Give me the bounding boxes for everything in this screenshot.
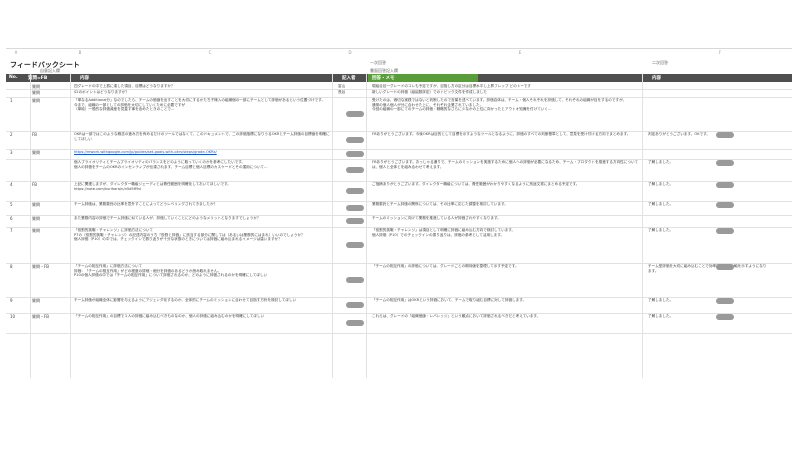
row-number[interactable]: 5 xyxy=(10,202,30,207)
row-number[interactable]: 3 xyxy=(10,150,30,155)
row-answer[interactable]: ご指摘ありがとうございます。ダイレクター職級については、責任範囲がわかりやすくな… xyxy=(372,182,642,200)
row-kind[interactable]: 質問・FB xyxy=(32,314,74,320)
row-answer[interactable]: 「チームの相互作用」の評価については、グレードごとの期待値を整理して示す予定です… xyxy=(372,264,642,296)
row-content[interactable]: 四グレードの中で上振に達した項目、目標はどうなりますか？ xyxy=(74,84,332,88)
row-answer[interactable]: FBありがとうございます。おっしゃる通りで、チームのミッションを実施するために個… xyxy=(372,160,642,180)
row-answer[interactable]: 新しいグレードの評価（組組数評定）でのトピック文件を作成しました xyxy=(372,90,642,96)
redacted-name-chip xyxy=(346,205,364,211)
redacted-name-chip xyxy=(346,242,364,248)
row-number[interactable]: 9 xyxy=(10,298,30,303)
table-row[interactable]: 5 質問 チーム評価は、業務委託の比率を意外すことによってどうレベリングされてきまし… xyxy=(6,201,792,216)
row-right-content[interactable] xyxy=(648,150,768,158)
row-content[interactable]: OKRは一部ではこのような概念の進み方を有めるだけのツールではなくて、このドキュ… xyxy=(74,132,332,148)
row-content[interactable]: また業務内容の評価でチーム評価に似ている人が、評価していくことにどのようなメリッ… xyxy=(74,216,332,226)
row-kind[interactable]: 質問 xyxy=(32,150,74,156)
row-content[interactable]: 「チームの相互作用」に評価方法について 評価：「チームの相互作用」がどの程度の詳… xyxy=(74,264,332,296)
header-content: 内容 xyxy=(80,76,89,81)
row-content[interactable]: チーム評価は、業務委託の比率を意外すことによってどうレベリングされてきましたか？ xyxy=(74,202,332,214)
redacted-name-chip xyxy=(346,320,364,326)
row-content[interactable]: 「チームの相互作用」の目標で１人の評価に組み込むべきものなのか、個人の評価に組み… xyxy=(74,314,332,332)
row-content[interactable]: 個人プライオリティとチームプライオリティのバランスをどのように取っていくのかを参… xyxy=(74,160,332,180)
row-answer[interactable]: チームのミッションに向けて業務を推進している人が評価されやすくなります。 xyxy=(372,216,642,226)
row-kind[interactable]: FB xyxy=(32,182,74,187)
header-answer: 回答・メモ xyxy=(372,76,395,81)
row-answer[interactable]: 現組合目一グレードのコレも予定ですが、目指し方の区分は目標水平し上昇フレップ ど… xyxy=(372,84,642,88)
redacted-name-chip xyxy=(346,151,364,157)
row-kind[interactable]: 質問 xyxy=(32,228,74,234)
row-answer[interactable]: 業務委託とチーム評価の関係については、その比率に応じた調整を検討しています。 xyxy=(372,202,642,214)
table-row[interactable]: 1 質問 「単なるAdditional分」なのでしたら、チームの価値を出すことを大切… xyxy=(6,97,792,132)
row-answer[interactable]: FBありがとうございます。今後OKRは目的として目標を示すようなツールとなるよう… xyxy=(372,132,642,148)
row-number[interactable]: 7 xyxy=(10,228,30,233)
redacted-name-chip xyxy=(346,277,364,283)
row-content[interactable]: チーム評価が組織全体に影響を与えるようにアジェンダ化するのか、全体的にチームのミ… xyxy=(74,298,332,312)
table-row[interactable]: 10 質問・FB 「チームの相互作用」の目標で１人の評価に組み込むべきものなのか、個… xyxy=(6,313,792,334)
row-kind[interactable]: FB xyxy=(32,132,74,137)
row-answer[interactable] xyxy=(372,150,642,158)
table-row[interactable]: 7 質問 「役割的挑戦・チャレンジ」に評価方法について P7の（役割的挑戦・チャレン… xyxy=(6,227,792,264)
row-answer[interactable]: これらは、グレードの「組織価値・レバレッジ」という観点において評価されるべきだと… xyxy=(372,314,642,332)
table-row[interactable]: 2 FB OKRは一部ではこのような概念の進み方を有めるだけのツールではなくて、この… xyxy=(6,131,792,150)
row-writer[interactable]: 長谷 xyxy=(338,90,368,96)
redacted-name-chip xyxy=(346,302,364,308)
redacted-name-chip xyxy=(716,264,734,270)
row-number[interactable]: 6 xyxy=(10,216,30,221)
redacted-name-chip xyxy=(716,298,734,304)
row-kind[interactable]: 質問 xyxy=(32,202,74,208)
row-answer[interactable]: 「チームの相互作用」はOKRという評価において、チームで取り組む目標に対して評価… xyxy=(372,298,642,312)
table-row[interactable]: 4 FB 上記に関連しますが、ダイレクター職級ジェーディとは責任範囲を明確化しておい… xyxy=(6,181,792,202)
redacted-name-chip xyxy=(346,137,364,143)
redacted-name-chip xyxy=(716,160,734,166)
table-row[interactable]: 8 質問・FB 「チームの相互作用」に評価方法について 評価：「チームの相互作用」が… xyxy=(6,263,792,298)
row-number[interactable]: 8 xyxy=(10,264,30,269)
redacted-name-chip xyxy=(716,132,734,138)
row-right-content[interactable]: 了解しました。 xyxy=(648,314,768,332)
row-right-content[interactable] xyxy=(648,98,768,130)
redacted-name-chip xyxy=(716,182,734,188)
redacted-name-chip xyxy=(716,202,734,208)
header-writer: 記入者 xyxy=(342,76,356,81)
row-number[interactable]: 4 xyxy=(10,182,30,187)
redacted-name-chip xyxy=(716,314,734,320)
redacted-name-chip xyxy=(346,188,364,194)
row-right-content[interactable]: 了解しました。 xyxy=(648,160,768,180)
row-kind[interactable]: 質問・FB xyxy=(32,264,74,270)
row-number[interactable]: 10 xyxy=(10,314,30,319)
row-kind[interactable]: 質問 xyxy=(32,298,74,304)
row-right-content[interactable]: 了解しました。 xyxy=(648,298,768,312)
row-kind[interactable]: 質問 xyxy=(32,90,74,96)
group-header-middle: 一次回答 xyxy=(370,60,386,65)
row-content[interactable]: S2のポイントはどうなりますか？ xyxy=(74,90,332,96)
row-right-content[interactable]: チーム型評価を大切に組み込むことで効率的に評価の軸を示すようになります。 xyxy=(648,264,768,296)
row-right-content[interactable] xyxy=(648,216,768,226)
redacted-name-chip xyxy=(716,228,734,234)
answer-header-cell: 回答・メモ xyxy=(368,74,478,82)
redacted-name-chip xyxy=(346,218,364,224)
row-right-content[interactable]: 了解しました。 xyxy=(648,202,768,214)
header-no: No. xyxy=(9,75,18,80)
row-kind[interactable]: 質問 xyxy=(32,98,74,104)
row-content[interactable]: 「役割的挑戦・チャレンジ」に評価方法について P7の（役割的挑戦・チャレンジ）の… xyxy=(74,228,332,262)
row-number[interactable]: 2 xyxy=(10,132,30,137)
table-row[interactable]: 9 質問 チーム評価が組織全体に影響を与えるようにアジェンダ化するのか、全体的にチー… xyxy=(6,297,792,314)
table-row[interactable]: 個人プライオリティとチームプライオリティのバランスをどのように取っていくのかを参… xyxy=(6,159,792,182)
row-kind[interactable]: 質問 xyxy=(32,216,74,222)
redacted-name-chip xyxy=(346,111,364,117)
row-right-content[interactable] xyxy=(648,90,768,96)
row-answer[interactable]: 受けたのは、適切な実践ではないと判断したので言葉を述べています。評価自体は、チー… xyxy=(372,98,642,130)
row-right-content[interactable]: 了解しました。 xyxy=(648,182,768,200)
row-content[interactable]: 上記に関連しますが、ダイレクター職級ジェーディとは責任範囲を明確化しておいてほし… xyxy=(74,182,332,200)
row-right-content[interactable]: 了解しました。 xyxy=(648,228,768,262)
row-answer[interactable]: 「役割的挑戦・チャレンジ」は項目として明確に評価に組み込む方向で検討しています。… xyxy=(372,228,642,262)
row-right-content[interactable] xyxy=(648,84,768,88)
row-number[interactable]: 1 xyxy=(10,98,30,103)
row-right-content[interactable]: 判定ありがとうございます。OKです。 xyxy=(648,132,768,148)
row-content[interactable]: https://rework.withgoogle.com/jp/guides/… xyxy=(74,150,332,158)
header-right-content: 内容 xyxy=(652,76,661,81)
row-writer[interactable]: 富山 xyxy=(338,84,368,88)
group-header-right: 二次回答 xyxy=(652,60,668,65)
redacted-name-chip xyxy=(346,167,364,173)
row-content[interactable]: 「単なるAdditional分」なのでしたら、チームの価値を出すことを大切にする… xyxy=(74,98,332,130)
